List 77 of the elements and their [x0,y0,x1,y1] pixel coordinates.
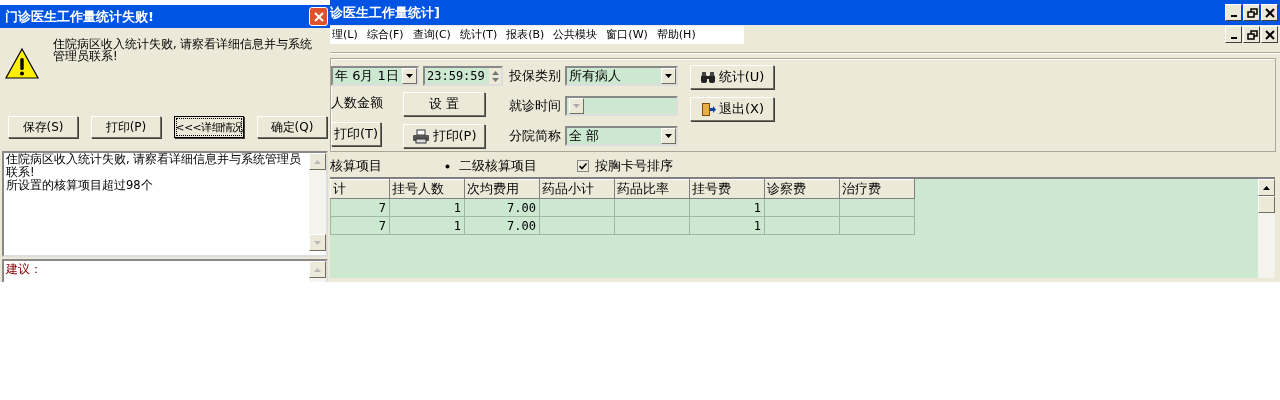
button[interactable]: 统计(U) [690,65,774,89]
close-icon [1263,6,1276,19]
restore-icon [1245,6,1258,19]
date-field[interactable]: 年 6月 1日 [331,66,419,86]
table-cell: 1 [389,198,465,217]
up-arrow-icon [314,159,321,164]
close-button[interactable] [1261,26,1278,43]
button[interactable]: 打印(P) [403,124,485,148]
caret-icon [573,104,580,108]
menu-item[interactable]: 帮助(H) [656,27,696,42]
field-label: 就诊时间 [509,97,561,115]
button[interactable]: 保存(S) [8,116,78,138]
button[interactable]: 打印(T) [331,122,381,146]
button[interactable]: 退出(X) [690,97,774,121]
door-icon [699,101,716,117]
column-header[interactable]: 药品小计 [539,179,615,199]
button[interactable]: 打印(P) [91,116,161,138]
up-arrow-icon [314,267,321,272]
column-header[interactable]: 药品比率 [614,179,690,199]
menu-item[interactable]: 公共模块 [553,27,598,42]
binoculars-icon [699,70,716,84]
dialog-title: 门诊医生工作量统计失败! [5,7,154,26]
scrollbar[interactable] [309,153,326,251]
radio-option[interactable]: 二级核算项目 [442,157,537,175]
down-arrow-icon [314,240,321,245]
suggestion-label: 建议： [6,262,42,276]
column-header[interactable]: 挂号费 [689,179,765,199]
restore-button[interactable] [1243,26,1260,43]
field-label: 分院简称 [509,127,561,145]
caret-icon [665,134,672,138]
column-header[interactable]: 次均费用 [464,179,540,199]
column-header[interactable]: 计 [330,179,390,199]
minimize-icon [1230,15,1237,17]
table-cell: 7.00 [464,216,540,235]
up-arrow-icon [1263,185,1270,190]
menu-item[interactable]: 综合(F) [366,27,404,42]
time-field[interactable]: 23:59:59 [423,66,503,86]
menu-item[interactable]: 报表(B) [506,27,545,42]
table-cell: 7.00 [464,198,540,217]
dropdown-field[interactable]: 所有病人 [565,66,678,86]
button[interactable]: 设 置 [403,92,485,116]
minimize-button[interactable] [1225,26,1242,43]
button[interactable]: 确定(Q) [257,116,327,138]
column-header[interactable]: 挂号人数 [389,179,465,199]
button[interactable]: <<<详细情况 [174,116,244,138]
label: 人数金额 [331,94,383,112]
table-cell: 1 [689,216,765,235]
restore-icon [1245,28,1258,41]
caret-icon [406,74,413,78]
minimize-icon [1230,37,1237,39]
column-header[interactable]: 诊察费 [764,179,840,199]
minimize-button[interactable] [1225,4,1242,21]
column-header[interactable]: 治疗费 [839,179,915,199]
option-label: 核算项目 [330,157,382,175]
table-cell: 1 [689,198,765,217]
menu-item[interactable]: 统计(T) [459,27,498,42]
table-cell: 1 [389,216,465,235]
menu-item[interactable]: 窗口(W) [606,27,648,42]
scrollbar[interactable] [1258,179,1275,278]
error-message: 住院病区收入统计失败, 请察看详细信息并与系统管理员联系! [53,38,314,65]
spinner-arrows-icon [491,69,499,83]
restore-button[interactable] [1243,4,1260,21]
printer-icon [411,128,430,144]
warning-icon [5,48,39,80]
window-title: 诊医生工作量统计] [330,3,440,22]
caret-icon [665,74,672,78]
close-button[interactable] [1261,4,1278,21]
close-icon [312,10,325,23]
menu-item[interactable]: 理(L) [332,27,358,42]
checkbox-option[interactable]: 按胸卡号排序 [577,157,673,175]
close-icon [1263,28,1276,41]
detail-text: 住院病区收入统计失败, 请察看详细信息并与系统管理员联系! [6,153,303,179]
dropdown-field[interactable]: 全 部 [565,126,678,146]
menu-item[interactable]: 查询(C) [412,27,451,42]
field-label: 投保类别 [509,67,561,85]
detail-text: 所设置的核算项目超过98个 [6,179,154,192]
scrollbar-thumb[interactable] [1258,196,1275,213]
